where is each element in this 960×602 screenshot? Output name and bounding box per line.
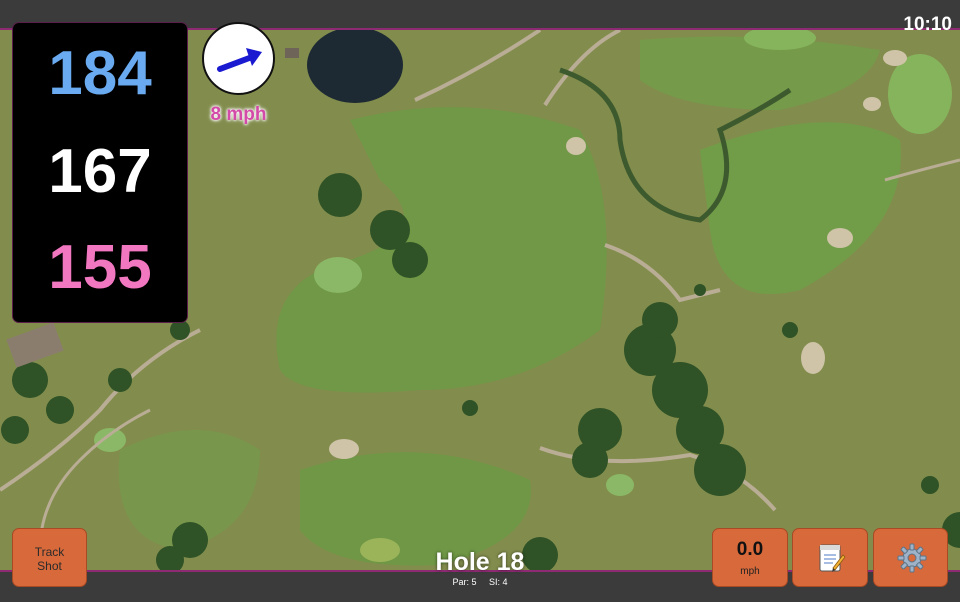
track-shot-label-line2: Shot [37,559,62,573]
speed-unit: mph [740,566,760,577]
settings-button[interactable] [873,528,948,587]
notepad-icon [819,544,846,572]
notes-button[interactable] [792,528,868,587]
speed-button[interactable]: 0.0 mph [712,528,788,587]
status-clock: 10:10 [903,14,952,35]
wind-indicator [202,22,275,95]
speed-value: 0.0 [736,539,764,560]
hole-stroke-index: SI: 4 [489,577,508,587]
hole-par: Par: 5 [452,577,477,587]
wind-speed-label: 8 mph [210,104,267,125]
distance-middle: 167 [48,137,152,206]
distance-panel: 184 167 155 [12,22,188,323]
distance-front: 155 [48,233,152,302]
wind-direction-arrow-icon [217,48,262,72]
hole-title: Hole 18 [435,548,525,576]
distance-back: 184 [48,39,152,108]
track-shot-label-line1: Track [34,545,65,559]
gear-icon [897,543,927,573]
hole-meta: Par: 5 SI: 4 [400,577,560,587]
track-shot-button[interactable]: Track Shot [12,528,87,587]
